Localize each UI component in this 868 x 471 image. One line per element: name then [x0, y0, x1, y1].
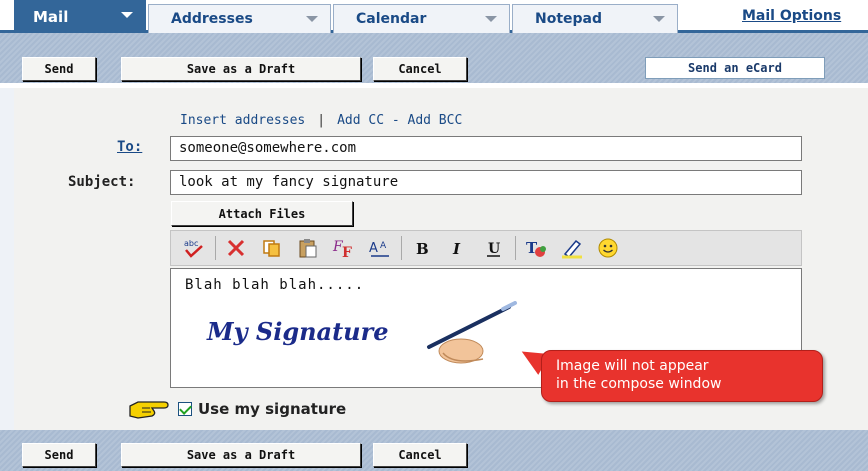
tab-calendar[interactable]: Calendar	[333, 4, 510, 33]
mail-options-link[interactable]: Mail Options	[742, 8, 841, 24]
tab-notepad-label: Notepad	[535, 11, 603, 27]
bold-icon[interactable]: B	[407, 234, 437, 262]
signature-text: My Signature	[207, 317, 389, 346]
send-ecard-button[interactable]: Send an eCard	[645, 57, 825, 79]
cut-icon[interactable]	[221, 234, 251, 262]
cancel-button-bottom[interactable]: Cancel	[373, 443, 467, 467]
svg-text:B: B	[416, 240, 429, 258]
attach-files-button[interactable]: Attach Files	[171, 201, 353, 226]
cancel-button[interactable]: Cancel	[373, 57, 467, 81]
svg-text:F: F	[342, 245, 352, 259]
editor-toolbar: abc FF AA B I U T	[170, 230, 802, 266]
svg-text:A: A	[369, 241, 378, 256]
paste-icon[interactable]	[293, 234, 323, 262]
signature-image: My Signature	[203, 301, 523, 371]
send-button[interactable]: Send	[22, 57, 96, 81]
tab-mail[interactable]: Mail	[14, 0, 146, 33]
italic-icon[interactable]: I	[443, 234, 473, 262]
chevron-down-icon[interactable]	[485, 16, 497, 22]
tab-calendar-label: Calendar	[356, 11, 427, 27]
chevron-down-icon[interactable]	[121, 12, 133, 18]
tab-addresses[interactable]: Addresses	[148, 4, 331, 33]
subject-label: Subject:	[68, 174, 136, 190]
tab-notepad[interactable]: Notepad	[512, 4, 678, 33]
to-label-link[interactable]: To:	[117, 139, 142, 155]
svg-text:abc: abc	[184, 239, 198, 248]
chevron-down-icon[interactable]	[653, 16, 665, 22]
send-button-bottom[interactable]: Send	[22, 443, 96, 467]
svg-text:A: A	[380, 241, 387, 251]
callout-line-2: in the compose window	[556, 376, 722, 392]
svg-text:U: U	[488, 241, 500, 257]
save-draft-button-bottom[interactable]: Save as a Draft	[121, 443, 361, 467]
pen-hand-icon	[427, 301, 517, 364]
toolbar-divider	[515, 236, 516, 260]
copy-icon[interactable]	[257, 234, 287, 262]
underline-icon[interactable]: U	[479, 234, 509, 262]
toolbar-divider	[215, 236, 216, 260]
link-separator: |	[317, 113, 326, 128]
callout-line-1: Image will not appear	[556, 358, 709, 374]
smiley-icon[interactable]	[593, 234, 623, 262]
use-signature-label: Use my signature	[198, 400, 347, 418]
tab-mail-label: Mail	[33, 8, 69, 26]
chevron-down-icon[interactable]	[306, 16, 318, 22]
subject-field[interactable]: look at my fancy signature	[170, 170, 802, 195]
tab-bar: Mail Addresses Calendar Notepad Mail Opt…	[0, 0, 868, 33]
insert-addresses-link[interactable]: Insert addresses	[180, 113, 305, 128]
font-icon[interactable]: FF	[329, 234, 359, 262]
add-cc-bcc-link[interactable]: Add CC - Add BCC	[337, 113, 462, 128]
toolbar-divider	[401, 236, 402, 260]
text-color-icon[interactable]: T	[521, 234, 551, 262]
highlight-icon[interactable]	[557, 234, 587, 262]
info-callout: Image will not appear in the compose win…	[541, 350, 823, 402]
message-body-text: Blah blah blah.....	[185, 277, 365, 293]
svg-text:I: I	[452, 240, 461, 258]
use-signature-checkbox[interactable]	[178, 402, 192, 416]
to-field[interactable]: someone@somewhere.com	[170, 136, 802, 161]
pointing-hand-icon	[129, 401, 169, 419]
recipient-links: Insert addresses | Add CC - Add BCC	[180, 113, 462, 128]
spellcheck-icon[interactable]: abc	[179, 234, 209, 262]
save-draft-button[interactable]: Save as a Draft	[121, 57, 361, 81]
font-size-icon[interactable]: AA	[365, 234, 395, 262]
tab-addresses-label: Addresses	[171, 11, 253, 27]
use-signature-row: Use my signature	[128, 396, 346, 422]
